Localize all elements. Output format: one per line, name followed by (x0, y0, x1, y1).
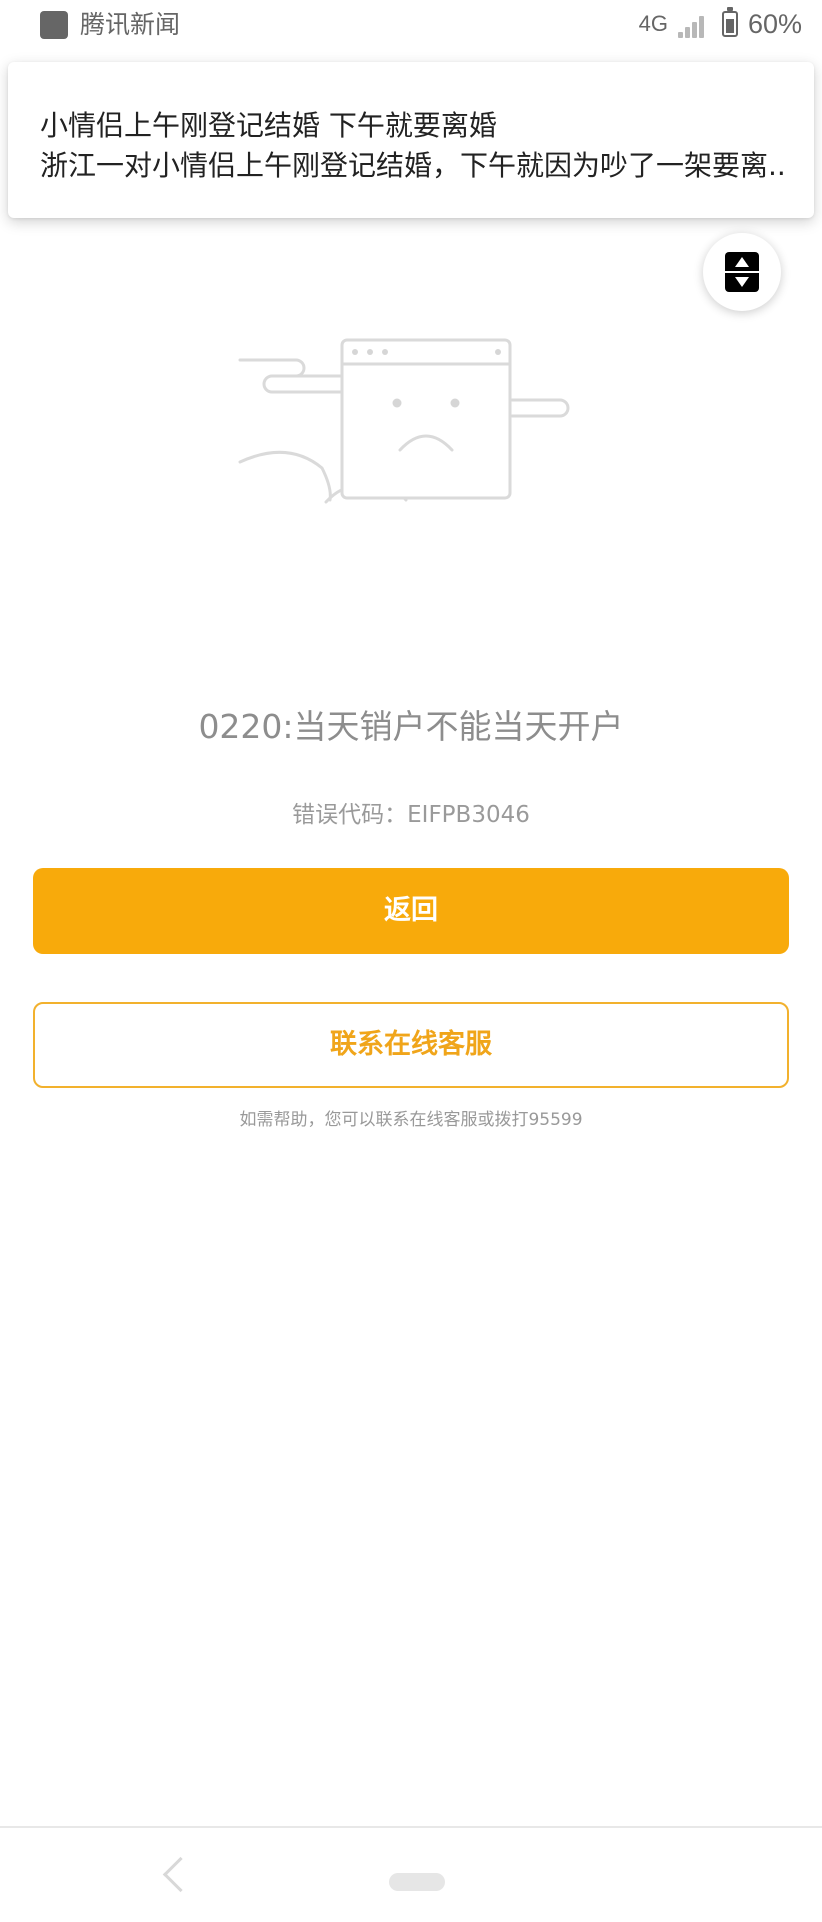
status-right: 4G 60% (638, 7, 802, 40)
signal-icon (677, 10, 712, 38)
back-button[interactable]: 返回 (33, 868, 789, 954)
nav-home-icon[interactable] (389, 1873, 445, 1891)
hill-icon (238, 450, 332, 502)
online-service-button[interactable]: 联系在线客服 (33, 1002, 789, 1088)
notification-title: 小情侣上午刚登记结婚 下午就要离婚 (40, 109, 497, 142)
status-bar: 腾讯新闻 4G 60% (0, 0, 822, 48)
network-type: 4G (638, 11, 668, 36)
cloud-left-icon (238, 358, 360, 394)
notification-banner[interactable]: 小情侣上午刚登记结婚 下午就要离婚 浙江一对小情侣上午刚登记结婚，下午就因为吵了… (8, 62, 814, 218)
system-nav-bar (0, 1826, 822, 1922)
left-eye-icon (392, 398, 402, 408)
right-eye-icon (450, 398, 460, 408)
error-illustration (238, 338, 570, 504)
battery-level: 60% (747, 9, 802, 39)
error-message: 0220:当天销户不能当天开户 (198, 707, 624, 746)
error-code: 错误代码：EIFPB3046 (292, 802, 530, 828)
help-text: 如需帮助，您可以联系在线客服或拨打95599 (239, 1110, 583, 1130)
battery-icon (721, 7, 738, 37)
app-notification-icon (40, 11, 68, 39)
status-app-name: 腾讯新闻 (80, 10, 181, 39)
nav-back-icon[interactable] (162, 1856, 199, 1893)
cloud-right-icon (510, 398, 570, 418)
notification-body: 浙江一对小情侣上午刚登记结婚，下午就因为吵了一架要离.. (40, 149, 786, 182)
float-toggle-button[interactable] (703, 233, 781, 311)
status-left: 腾讯新闻 (40, 10, 180, 40)
expand-collapse-icon (725, 252, 759, 292)
